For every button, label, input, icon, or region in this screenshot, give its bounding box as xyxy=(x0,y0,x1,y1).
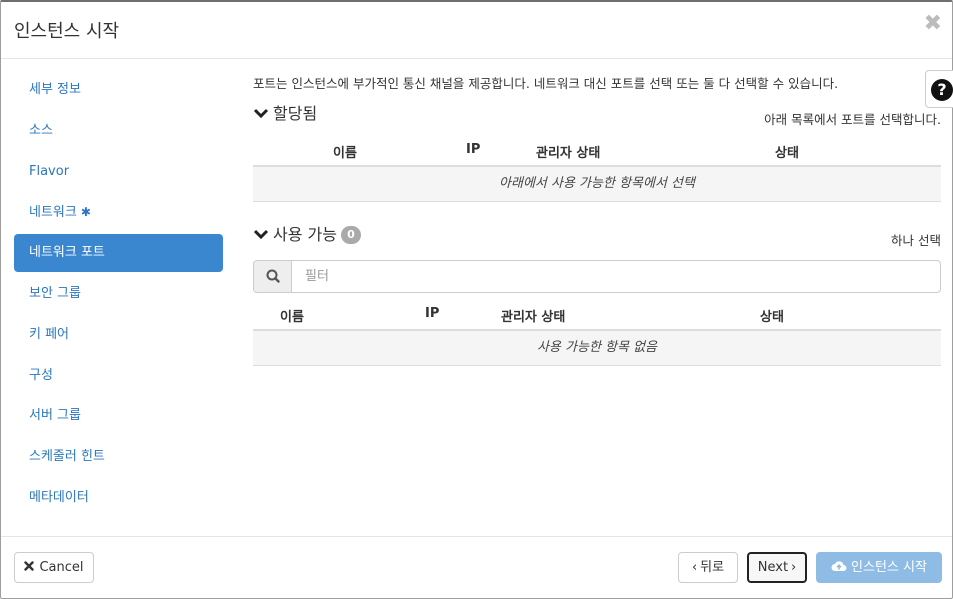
available-empty-row: 사용 가능한 항목 없음 xyxy=(253,331,941,366)
sidebar-item-label: 서버 그룹 xyxy=(29,408,81,424)
sidebar-item-metadata[interactable]: 메타데이터 xyxy=(14,479,223,517)
available-table: 이름 IP 관리자 상태 상태 사용 가능한 항목 없음 xyxy=(253,297,941,366)
sidebar-item-server-groups[interactable]: 서버 그룹 xyxy=(14,397,223,435)
dialog-title: 인스턴스 시작 xyxy=(14,21,120,42)
allocated-note: 아래 목록에서 포트를 선택합니다. xyxy=(764,112,941,127)
wizard-sidebar: 세부 정보 소스 Flavor 네트워크 ✱ 네트워크 포트 보안 그룹 키 페어… xyxy=(14,71,223,520)
chevron-down-icon xyxy=(253,229,269,240)
available-section-toggle[interactable]: 사용 가능 0 xyxy=(253,221,361,246)
sidebar-item-key-pair[interactable]: 키 페어 xyxy=(14,316,223,354)
next-button[interactable]: Next › xyxy=(747,552,807,583)
column-header-ip[interactable]: IP xyxy=(425,306,439,321)
sidebar-item-source[interactable]: 소스 xyxy=(14,112,223,150)
column-header-admin-state[interactable]: 관리자 상태 xyxy=(501,306,565,325)
column-header-name[interactable]: 이름 xyxy=(280,306,304,325)
sidebar-item-networks[interactable]: 네트워크 ✱ xyxy=(14,193,223,231)
available-title: 사용 가능 xyxy=(273,225,337,244)
launch-instance-button[interactable]: 인스턴스 시작 xyxy=(816,552,942,583)
chevron-down-icon xyxy=(253,108,269,119)
column-header-status[interactable]: 상태 xyxy=(775,142,799,161)
sidebar-item-label: 소스 xyxy=(29,122,53,138)
next-label: Next xyxy=(757,560,789,575)
column-header-admin-state[interactable]: 관리자 상태 xyxy=(536,142,600,161)
sidebar-item-flavor[interactable]: Flavor xyxy=(14,153,223,191)
available-note: 하나 선택 xyxy=(891,233,941,248)
cancel-button[interactable]: Cancel xyxy=(14,552,94,583)
help-button[interactable]: ? xyxy=(925,70,953,108)
required-asterisk-icon: ✱ xyxy=(80,205,91,220)
sidebar-item-security-groups[interactable]: 보안 그룹 xyxy=(14,275,223,313)
column-header-status[interactable]: 상태 xyxy=(760,306,784,325)
allocated-title: 할당됨 xyxy=(273,104,318,123)
available-table-header: 이름 IP 관리자 상태 상태 xyxy=(253,297,941,331)
back-label: 뒤로 xyxy=(700,560,725,575)
sidebar-item-configuration[interactable]: 구성 xyxy=(14,357,223,395)
sidebar-item-label: 키 페어 xyxy=(29,326,70,342)
cancel-label: Cancel xyxy=(39,560,84,575)
allocated-section-toggle[interactable]: 할당됨 xyxy=(253,100,317,124)
close-icon[interactable]: ✖ xyxy=(924,13,942,35)
sidebar-item-label: 메타데이터 xyxy=(29,489,89,505)
sidebar-item-label: Flavor xyxy=(29,163,70,179)
allocated-table-header: 이름 IP 관리자 상태 상태 xyxy=(253,133,941,167)
back-button[interactable]: ‹ 뒤로 xyxy=(678,552,738,583)
allocated-table: 이름 IP 관리자 상태 상태 아래에서 사용 가능한 항목에서 선택 xyxy=(253,133,941,202)
sidebar-item-label: 네트워크 xyxy=(29,205,77,221)
sidebar-item-label: 세부 정보 xyxy=(29,82,81,97)
launch-instance-dialog: 인스턴스 시작 ✖ 세부 정보 소스 Flavor 네트워크 ✱ 네트워크 포트 … xyxy=(0,0,953,599)
chevron-right-icon: › xyxy=(791,560,797,575)
dialog-header: 인스턴스 시작 ✖ xyxy=(1,2,952,59)
intro-text: 포트는 인스턴스에 부가적인 통신 채널을 제공합니다. 네트워크 대신 포트를… xyxy=(253,76,839,91)
column-header-name[interactable]: 이름 xyxy=(333,142,357,161)
search-icon xyxy=(254,261,292,292)
filter-input-group xyxy=(253,260,941,293)
dialog-footer: Cancel ‹ 뒤로 Next › 인스턴스 시작 xyxy=(1,536,952,599)
column-header-ip[interactable]: IP xyxy=(466,142,480,157)
sidebar-item-label: 구성 xyxy=(29,367,53,383)
allocated-empty-row: 아래에서 사용 가능한 항목에서 선택 xyxy=(253,167,941,202)
sidebar-item-scheduler-hints[interactable]: 스케줄러 힌트 xyxy=(14,438,223,476)
sidebar-item-network-ports[interactable]: 네트워크 포트 xyxy=(14,234,223,273)
sidebar-item-details[interactable]: 세부 정보 xyxy=(14,71,223,109)
chevron-left-icon: ‹ xyxy=(691,560,698,575)
sidebar-item-label: 보안 그룹 xyxy=(29,285,81,301)
network-ports-panel: 포트는 인스턴스에 부가적인 통신 채널을 제공합니다. 네트워크 대신 포트를… xyxy=(253,59,953,536)
sidebar-item-label: 네트워크 포트 xyxy=(29,245,105,261)
filter-input[interactable] xyxy=(293,261,939,292)
cloud-upload-icon xyxy=(831,561,847,571)
launch-label: 인스턴스 시작 xyxy=(851,560,927,575)
question-icon: ? xyxy=(931,79,953,101)
available-count-badge: 0 xyxy=(340,226,361,244)
sidebar-item-label: 스케줄러 힌트 xyxy=(29,449,105,465)
close-icon xyxy=(24,561,35,571)
